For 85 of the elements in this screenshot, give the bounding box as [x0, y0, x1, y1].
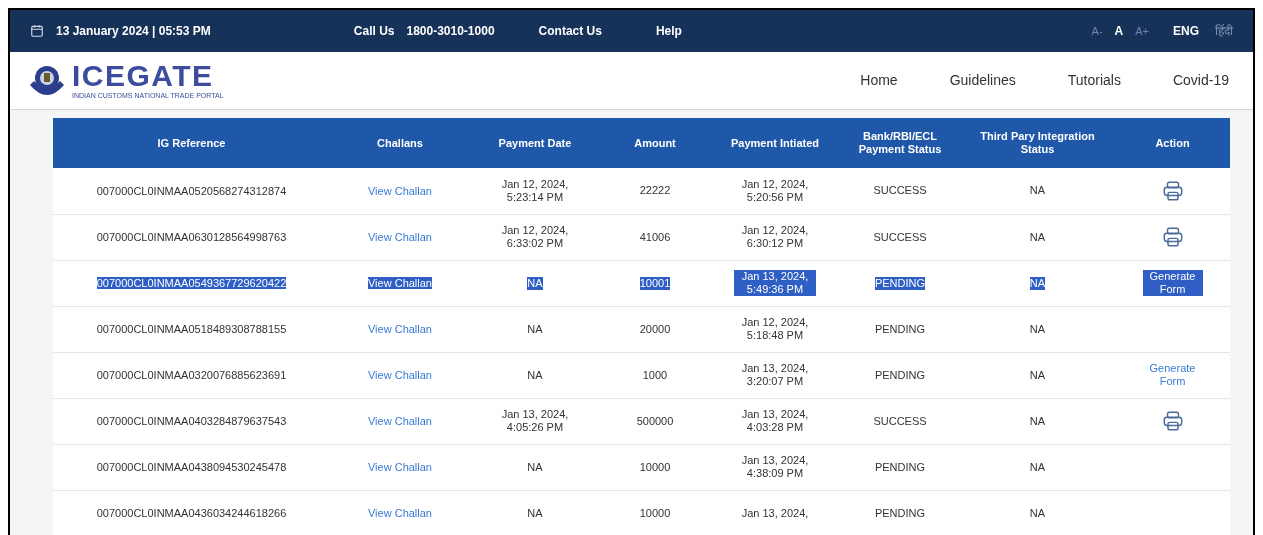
- table-cell-text: Jan 13, 2024, 4:38:09 PM: [740, 454, 810, 480]
- table-cell: 20000: [639, 322, 671, 336]
- view-challan-link[interactable]: View Challan: [368, 368, 432, 381]
- font-size-button[interactable]: A+: [1135, 22, 1149, 40]
- column-header: Challans: [330, 118, 470, 168]
- table-cell: SUCCESS: [873, 414, 927, 428]
- language-button[interactable]: ENG: [1173, 22, 1199, 40]
- view-challan-link[interactable]: View Challan: [368, 506, 432, 519]
- table-cell-text: Jan 13, 2024, 3:20:07 PM: [740, 362, 810, 388]
- table-cell: 22222: [639, 184, 671, 198]
- table-cell-text: Jan 12, 2024, 6:30:12 PM: [740, 224, 810, 250]
- table-cell: 007000CL0INMAA0438094530245478: [96, 460, 287, 473]
- table-cell: 1000: [642, 368, 668, 382]
- table-cell: NA: [527, 506, 543, 520]
- table-cell: PENDING: [874, 276, 926, 290]
- calendar-icon: [30, 24, 44, 38]
- top-link[interactable]: Help: [655, 22, 682, 40]
- table-cell: NA: [1029, 460, 1046, 474]
- table-cell: SUCCESS: [873, 184, 927, 198]
- table-cell: NA: [1029, 506, 1046, 520]
- table-cell: NA: [1029, 230, 1046, 244]
- table-cell: 500000: [636, 414, 674, 428]
- table-cell: 10001: [639, 276, 671, 290]
- table-cell: 10000: [639, 506, 671, 520]
- logo-text: ICEGATE: [72, 61, 215, 91]
- table-cell: 007000CL0INMAA0520568274312874: [96, 184, 287, 197]
- table-cell: 007000CL0INMAA0320076885623691: [96, 368, 287, 381]
- table-cell-text: Jan 12, 2024, 5:23:14 PM: [500, 177, 570, 204]
- table-cell: NA: [1029, 276, 1046, 290]
- nav-link[interactable]: Guidelines: [949, 70, 1016, 91]
- table-cell-text: Jan 12, 2024, 5:18:48 PM: [740, 316, 810, 342]
- view-challan-link[interactable]: View Challan: [368, 230, 432, 243]
- column-header: Payment Intiated: [710, 118, 840, 168]
- table-cell: 007000CL0INMAA0630128564998763: [96, 230, 287, 243]
- generate-form-link[interactable]: Generate Form: [1142, 362, 1203, 388]
- language-button[interactable]: हिंदी: [1215, 22, 1233, 40]
- table-cell: 41006: [639, 230, 671, 244]
- table-cell: NA: [1029, 368, 1046, 382]
- table-cell: 10000: [639, 460, 671, 474]
- nav-link[interactable]: Home: [860, 70, 898, 91]
- table-cell-text: Jan 12, 2024, 6:33:02 PM: [500, 224, 570, 250]
- printer-icon[interactable]: [1161, 410, 1184, 432]
- nav-link[interactable]: Tutorials: [1067, 70, 1121, 91]
- table-cell: SUCCESS: [873, 230, 927, 244]
- generate-form-link[interactable]: Generate Form: [1142, 270, 1203, 296]
- view-challan-link[interactable]: View Challan: [368, 414, 432, 427]
- table-cell: PENDING: [874, 506, 926, 520]
- top-link[interactable]: Contact Us: [538, 22, 602, 40]
- font-size-button[interactable]: A: [1114, 22, 1124, 40]
- date-time: 13 January 2024 | 05:53 PM: [56, 23, 211, 40]
- view-challan-link[interactable]: View Challan: [368, 322, 432, 335]
- view-challan-link[interactable]: View Challan: [368, 460, 432, 473]
- table-cell-text: Jan 13, 2024, 4:03:28 PM: [740, 408, 810, 434]
- view-challan-link[interactable]: View Challan: [368, 184, 432, 197]
- column-header: Payment Date: [470, 118, 600, 168]
- column-header: Third Pary Integration Status: [960, 118, 1115, 168]
- column-header: Action: [1115, 118, 1230, 168]
- table-cell: 007000CL0INMAA0518489308788155: [96, 322, 287, 335]
- table-cell-text: Jan 13, 2024, 4:05:26 PM: [500, 408, 570, 434]
- table-cell: NA: [527, 276, 543, 290]
- table-cell: 007000CL0INMAA0436034244618266: [96, 506, 287, 519]
- view-challan-link[interactable]: View Challan: [368, 276, 432, 289]
- table-cell: PENDING: [874, 460, 926, 474]
- nav-link[interactable]: Covid-19: [1172, 70, 1229, 91]
- table-cell-text: Jan 12, 2024, 5:20:56 PM: [740, 177, 810, 204]
- column-header: IG Reference: [53, 118, 330, 168]
- column-header: Amount: [600, 118, 710, 168]
- table-cell: 007000CL0INMAA0549367729620422: [96, 276, 287, 289]
- phone-number: 1800-3010-1000: [406, 23, 495, 40]
- column-header: Bank/RBI/ECL Payment Status: [840, 118, 960, 168]
- table-cell: NA: [527, 322, 543, 336]
- call-label: Call Us: [353, 23, 395, 40]
- table-cell: PENDING: [874, 368, 926, 382]
- table-cell: PENDING: [874, 322, 926, 336]
- table-cell: NA: [527, 460, 543, 474]
- table-cell: NA: [1029, 184, 1046, 198]
- table-cell: 007000CL0INMAA0403284879637543: [96, 414, 287, 427]
- table-cell: Jan 13, 2024, 5:49:36 PM: [734, 270, 816, 296]
- table-cell: NA: [527, 368, 543, 382]
- printer-icon[interactable]: [1161, 226, 1184, 248]
- printer-icon[interactable]: [1161, 179, 1184, 202]
- font-size-button[interactable]: A-: [1091, 22, 1103, 40]
- table-cell: Jan 13, 2024,: [741, 506, 809, 520]
- table-cell: NA: [1029, 414, 1046, 428]
- table-cell: NA: [1029, 322, 1046, 336]
